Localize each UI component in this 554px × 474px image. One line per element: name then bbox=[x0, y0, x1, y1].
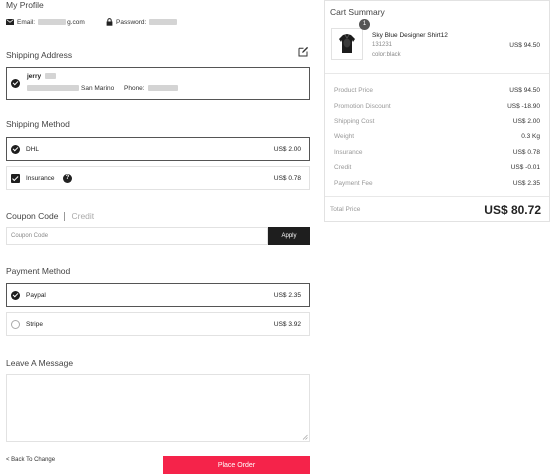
address-street-redacted bbox=[27, 85, 79, 91]
product-name[interactable]: Sky Blue Designer Shirt12 bbox=[372, 32, 448, 39]
cart-summary-title: Cart Summary bbox=[330, 7, 385, 17]
insurance-price: US$ 0.78 bbox=[273, 175, 301, 182]
insurance-option[interactable]: Insurance ? US$ 0.78 bbox=[6, 166, 310, 190]
summary-row-weight: Weight 0.3 Kg bbox=[334, 133, 540, 145]
summary-value: 0.3 Kg bbox=[521, 133, 540, 140]
address-phone-label: Phone: bbox=[124, 85, 145, 92]
summary-label: Shipping Cost bbox=[334, 118, 375, 125]
summary-label: Insurance bbox=[334, 149, 363, 156]
product-variant: color:black bbox=[372, 52, 401, 58]
tab-coupon-code[interactable]: Coupon Code bbox=[6, 211, 58, 221]
paypal-radio[interactable] bbox=[11, 290, 20, 300]
product-price: US$ 94.50 bbox=[509, 42, 540, 49]
address-city: San Marino bbox=[81, 85, 115, 92]
insurance-checkbox[interactable] bbox=[11, 173, 20, 183]
profile-password: Password: bbox=[106, 18, 178, 26]
apply-button[interactable]: Apply bbox=[268, 227, 310, 245]
shipping-address-title: Shipping Address bbox=[6, 50, 73, 60]
payment-option-paypal[interactable]: Paypal US$ 2.35 bbox=[6, 283, 310, 307]
summary-value: US$ -18.90 bbox=[507, 103, 540, 110]
message-textarea[interactable] bbox=[6, 374, 310, 442]
message-title: Leave A Message bbox=[6, 358, 74, 368]
password-value-redacted bbox=[149, 19, 178, 25]
summary-label: Product Price bbox=[334, 87, 374, 94]
email-label: Email: bbox=[17, 18, 36, 26]
dhl-price: US$ 2.00 bbox=[273, 146, 301, 153]
resize-handle-icon[interactable] bbox=[302, 434, 308, 440]
product-sku: 131231 bbox=[372, 42, 393, 48]
stripe-label: Stripe bbox=[26, 321, 43, 328]
tab-divider bbox=[64, 211, 66, 221]
address-card[interactable]: jerry San Marino Phone: bbox=[6, 67, 310, 100]
summary-label: Weight bbox=[334, 133, 355, 140]
summary-label: Promotion Discount bbox=[334, 103, 391, 110]
address-name-redacted bbox=[45, 73, 56, 79]
quantity-badge: 1 bbox=[359, 19, 370, 30]
envelope-icon bbox=[6, 19, 14, 25]
summary-value: US$ -0.01 bbox=[510, 164, 540, 171]
shipping-method-title: Shipping Method bbox=[6, 119, 70, 129]
insurance-label: Insurance bbox=[26, 175, 55, 182]
edit-icon[interactable] bbox=[298, 46, 309, 57]
back-to-change-link[interactable]: < Back To Change bbox=[6, 457, 55, 463]
stripe-radio[interactable] bbox=[11, 319, 20, 329]
stripe-price: US$ 3.92 bbox=[273, 321, 301, 328]
summary-row-product-price: Product Price US$ 94.50 bbox=[334, 87, 540, 99]
summary-value: US$ 2.35 bbox=[512, 180, 540, 187]
cart-summary-panel: Cart Summary 1 Sky Blue Designer Shirt12… bbox=[324, 0, 550, 222]
address-name: jerry bbox=[27, 73, 42, 80]
paypal-price: US$ 2.35 bbox=[273, 292, 301, 299]
shirt-image bbox=[339, 34, 355, 53]
help-icon[interactable]: ? bbox=[63, 174, 72, 183]
email-value-redacted bbox=[38, 19, 67, 25]
dhl-label: DHL bbox=[26, 146, 40, 153]
lock-icon bbox=[106, 18, 113, 26]
tab-credit[interactable]: Credit bbox=[71, 211, 94, 221]
summary-row-promotion-discount: Promotion Discount US$ -18.90 bbox=[334, 103, 540, 115]
coupon-tabs: Coupon Code Credit bbox=[6, 211, 94, 221]
password-label: Password: bbox=[116, 18, 147, 26]
summary-label: Payment Fee bbox=[334, 180, 373, 187]
email-value-suffix: g.com bbox=[67, 18, 85, 26]
divider bbox=[325, 73, 549, 74]
coupon-input-placeholder[interactable]: Coupon Code bbox=[11, 233, 48, 239]
profile-title: My Profile bbox=[6, 0, 44, 10]
summary-row-shipping-cost: Shipping Cost US$ 2.00 bbox=[334, 118, 540, 130]
profile-email: Email: g.com bbox=[6, 18, 85, 26]
summary-value: US$ 0.78 bbox=[512, 149, 540, 156]
summary-label: Credit bbox=[334, 164, 352, 171]
place-order-button[interactable]: Place Order bbox=[163, 456, 310, 474]
summary-value: US$ 2.00 bbox=[512, 118, 540, 125]
dhl-radio[interactable] bbox=[11, 144, 20, 154]
payment-method-title: Payment Method bbox=[6, 266, 71, 276]
paypal-label: Paypal bbox=[26, 292, 46, 299]
summary-value: US$ 94.50 bbox=[509, 87, 540, 94]
divider bbox=[325, 196, 549, 197]
payment-option-stripe[interactable]: Stripe US$ 3.92 bbox=[6, 312, 310, 336]
address-selected-radio[interactable] bbox=[11, 79, 20, 88]
product-thumbnail[interactable] bbox=[331, 28, 363, 60]
summary-row-payment-fee: Payment Fee US$ 2.35 bbox=[334, 180, 540, 192]
summary-row-credit: Credit US$ -0.01 bbox=[334, 164, 540, 176]
coupon-input-box[interactable]: Coupon Code bbox=[6, 227, 268, 245]
shipping-option-dhl[interactable]: DHL US$ 2.00 bbox=[6, 137, 310, 161]
total-price-value: US$ 80.72 bbox=[484, 203, 541, 217]
address-phone-redacted bbox=[148, 85, 178, 91]
total-price-label: Total Price bbox=[330, 206, 361, 213]
summary-row-insurance: Insurance US$ 0.78 bbox=[334, 149, 540, 161]
